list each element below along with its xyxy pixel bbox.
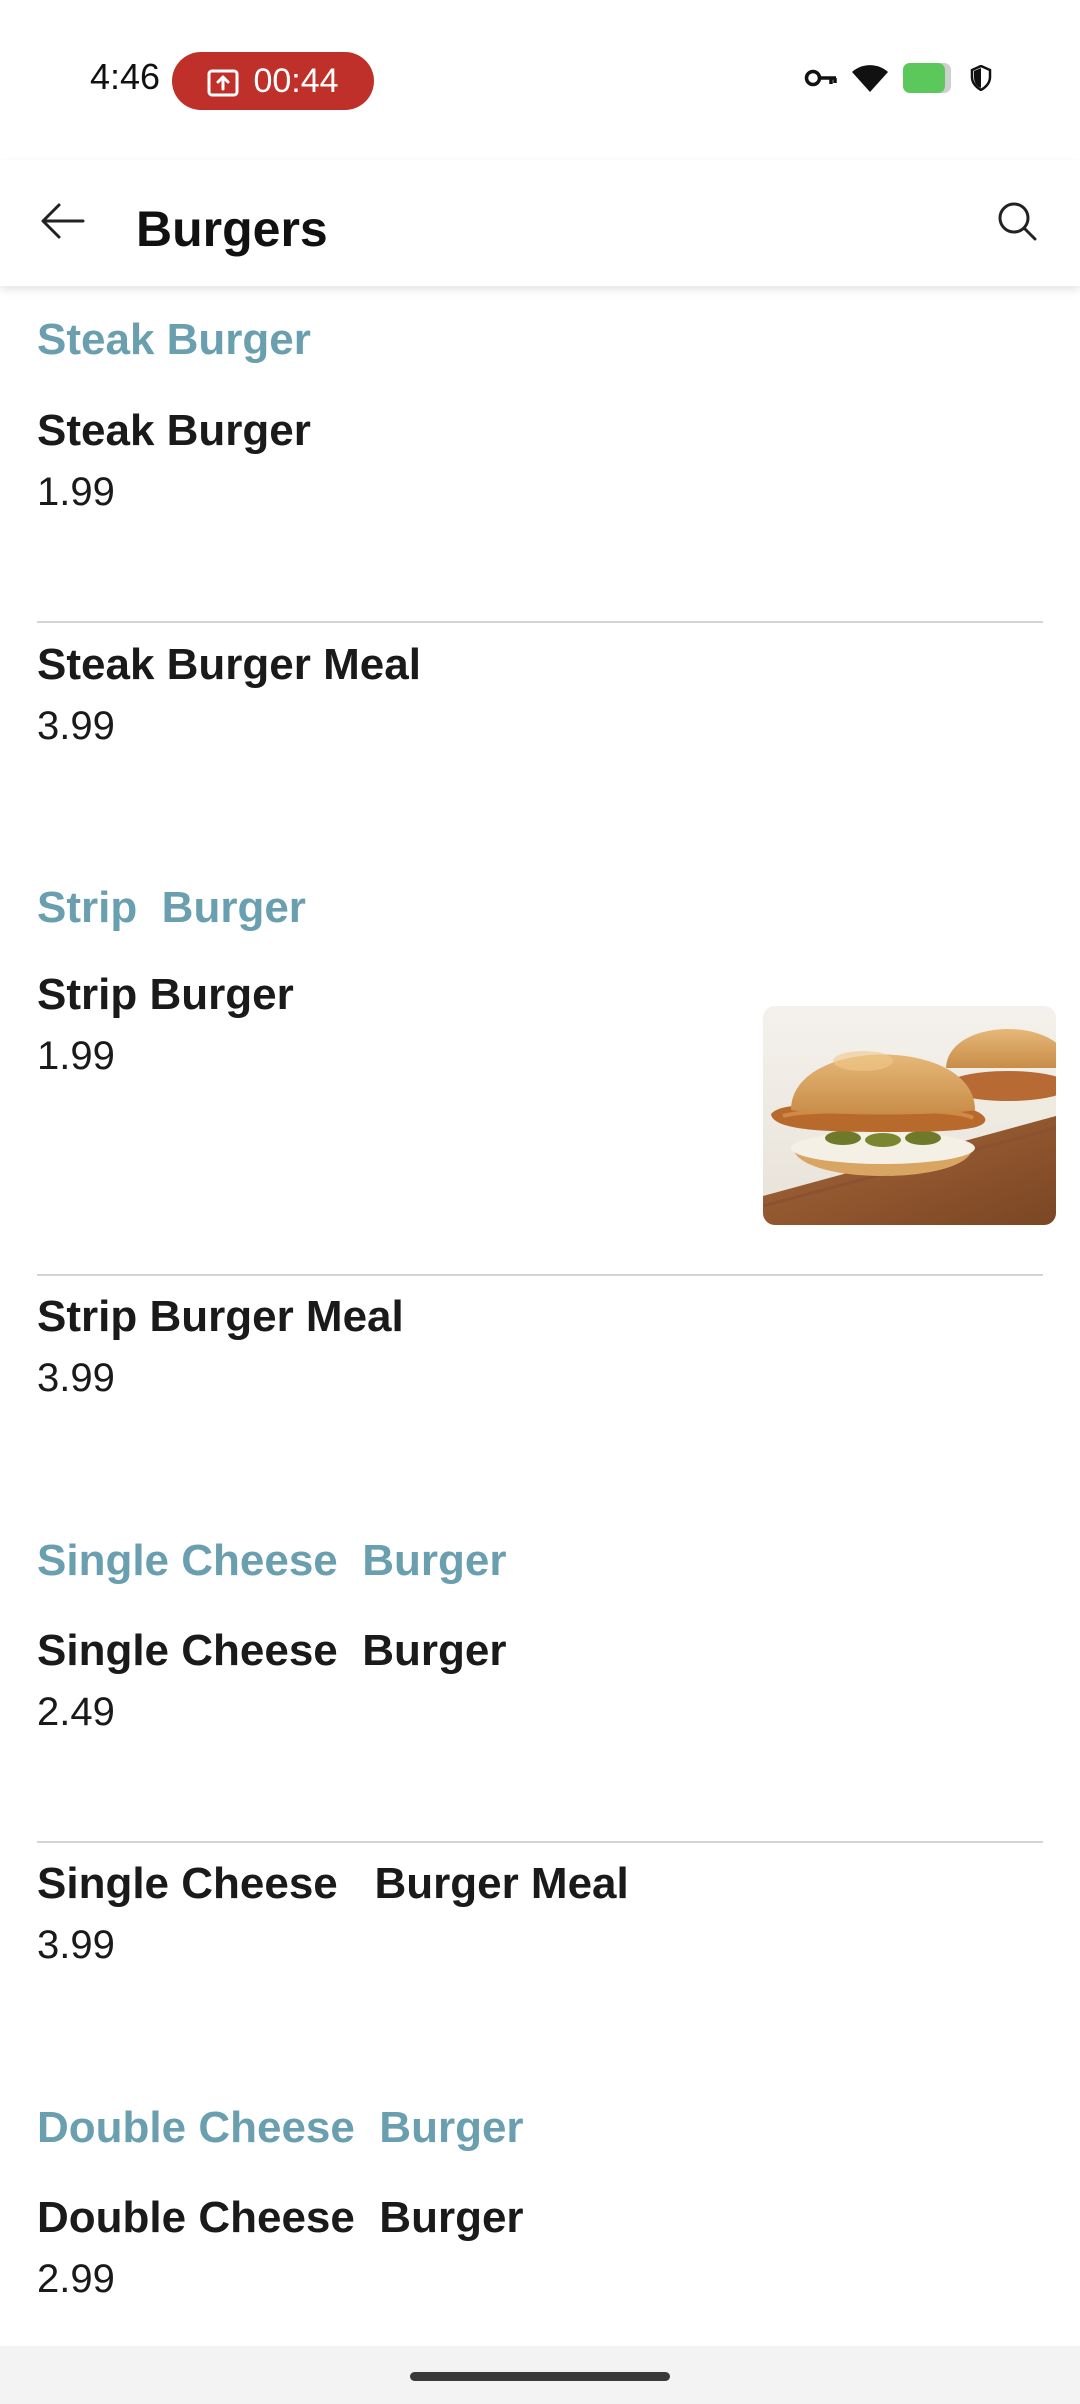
- menu-item[interactable]: Steak Burger 1.99: [0, 406, 1080, 522]
- strip-burger-image[interactable]: [763, 1006, 1056, 1225]
- shield-icon: [970, 64, 992, 96]
- section-header-single-cheese-burger: Single Cheese Burger: [37, 1536, 507, 1585]
- item-price: 3.99: [37, 704, 115, 748]
- app-bar: Burgers: [0, 160, 1080, 286]
- status-bar: 4:46 00:44: [0, 0, 1080, 160]
- search-button[interactable]: [984, 190, 1050, 256]
- menu-item[interactable]: Steak Burger Meal 3.99: [0, 640, 1080, 756]
- divider: [37, 1841, 1043, 1843]
- item-price: 2.49: [37, 1690, 115, 1734]
- item-price: 3.99: [37, 1356, 115, 1400]
- item-name: Strip Burger Meal: [37, 1292, 404, 1341]
- divider: [37, 621, 1043, 623]
- screen-record-indicator[interactable]: 00:44: [172, 52, 374, 110]
- item-name: Strip Burger: [37, 970, 294, 1019]
- item-name: Single Cheese Burger Meal: [37, 1859, 629, 1908]
- status-time: 4:46: [90, 56, 161, 97]
- item-price: 3.99: [37, 1923, 115, 1967]
- home-gesture-handle[interactable]: [410, 2372, 670, 2381]
- item-name: Single Cheese Burger: [37, 1626, 507, 1675]
- divider: [37, 1274, 1043, 1276]
- menu-item[interactable]: Double Cheese Burger 2.99: [0, 2193, 1080, 2309]
- back-button[interactable]: [30, 190, 96, 256]
- wifi-icon: [850, 62, 890, 99]
- item-price: 2.99: [37, 2257, 115, 2301]
- section-header-strip-burger: Strip Burger: [37, 883, 306, 932]
- recording-time: 00:44: [253, 61, 339, 100]
- search-icon: [995, 199, 1039, 248]
- section-header-double-cheese-burger: Double Cheese Burger: [37, 2103, 524, 2152]
- item-name: Double Cheese Burger: [37, 2193, 524, 2242]
- page-title: Burgers: [136, 201, 328, 257]
- menu-item[interactable]: Strip Burger Meal 3.99: [0, 1292, 1080, 1408]
- status-icons: [804, 60, 992, 100]
- menu-item[interactable]: Single Cheese Burger 2.49: [0, 1626, 1080, 1742]
- vpn-key-icon: [804, 67, 838, 94]
- battery-icon: [902, 62, 958, 99]
- item-price: 1.99: [37, 1034, 115, 1078]
- section-header-steak-burger: Steak Burger: [37, 315, 311, 364]
- item-price: 1.99: [37, 470, 115, 514]
- menu-list[interactable]: Steak Burger Steak Burger 1.99 Steak Bur…: [0, 286, 1080, 2346]
- menu-item[interactable]: Single Cheese Burger Meal 3.99: [0, 1859, 1080, 1975]
- arrow-left-icon: [39, 201, 87, 246]
- item-name: Steak Burger Meal: [37, 640, 421, 689]
- navigation-bar: [0, 2346, 1080, 2404]
- item-name: Steak Burger: [37, 406, 311, 455]
- screen-record-icon: [207, 67, 239, 97]
- screen: 4:46 00:44 Burgers Steak Burger Steak Bu…: [0, 0, 1080, 2404]
